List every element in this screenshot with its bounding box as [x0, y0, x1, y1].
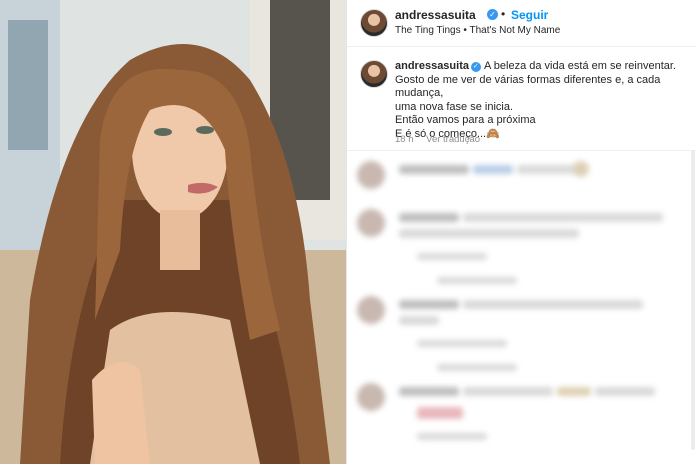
- comment-avatar: [357, 209, 385, 237]
- comment-text-blur: [399, 165, 469, 174]
- post-time: 18 h: [395, 134, 414, 145]
- caption-verified-badge-icon: ✓: [470, 62, 481, 72]
- post-header: andressasuita ✓ • Seguir The Ting Tings …: [347, 0, 696, 47]
- follow-button[interactable]: Seguir: [511, 8, 548, 22]
- see-translation-link[interactable]: Ver tradução: [426, 134, 480, 145]
- comment-text-blur: [399, 213, 459, 222]
- caption-line-2: Gosto de me ver de várias formas diferen…: [395, 73, 661, 100]
- caption-line-4: Então vamos para a próxima: [395, 114, 536, 126]
- audio-track-link[interactable]: The Ting Tings • That's Not My Name: [395, 25, 560, 36]
- comment-text-blur: [473, 165, 513, 174]
- comments-scrollbar[interactable]: [691, 150, 695, 450]
- caption-meta: 18 h Ver tradução: [395, 134, 490, 145]
- comment-meta-blur: [417, 433, 487, 440]
- comment-text-blur: [463, 300, 643, 309]
- comment-text-blur: [595, 387, 655, 396]
- comment-text-blur: [399, 387, 459, 396]
- comment-text-blur: [399, 316, 439, 325]
- caption-author-avatar[interactable]: [360, 60, 388, 88]
- separator-dot: •: [501, 7, 506, 21]
- comment-avatar: [357, 383, 385, 411]
- comment-text-blur: [399, 300, 459, 309]
- comment-emoji-blur: [573, 161, 589, 177]
- comment-text-blur: [463, 213, 663, 222]
- comment-emoji-blur: [417, 407, 463, 419]
- woman-portrait-image: [0, 0, 346, 464]
- comment-avatar: [357, 161, 385, 189]
- post-photo: [0, 0, 346, 464]
- post-side-panel: andressasuita ✓ • Seguir The Ting Tings …: [346, 0, 696, 464]
- caption-username[interactable]: andressasuita: [395, 60, 469, 72]
- author-avatar[interactable]: [360, 9, 388, 37]
- comment-text-blur: [463, 387, 553, 396]
- author-username[interactable]: andressasuita: [395, 8, 476, 22]
- comment-meta-blur: [417, 340, 507, 347]
- comment-meta-blur: [417, 253, 487, 260]
- post-caption: andressasuita ✓ A beleza da vida está em s…: [395, 60, 685, 141]
- comment-avatar: [357, 296, 385, 324]
- comment-text-blur: [557, 387, 591, 396]
- comment-text-blur: [399, 229, 579, 238]
- blurred-comments: [347, 151, 696, 464]
- verified-badge-icon: ✓: [487, 9, 498, 20]
- caption-line-1: A beleza da vida está em se reinventar.: [483, 60, 676, 72]
- caption-line-3: uma nova fase se inicia.: [395, 100, 514, 113]
- comment-replies-blur: [437, 364, 517, 371]
- comment-replies-blur: [437, 277, 517, 284]
